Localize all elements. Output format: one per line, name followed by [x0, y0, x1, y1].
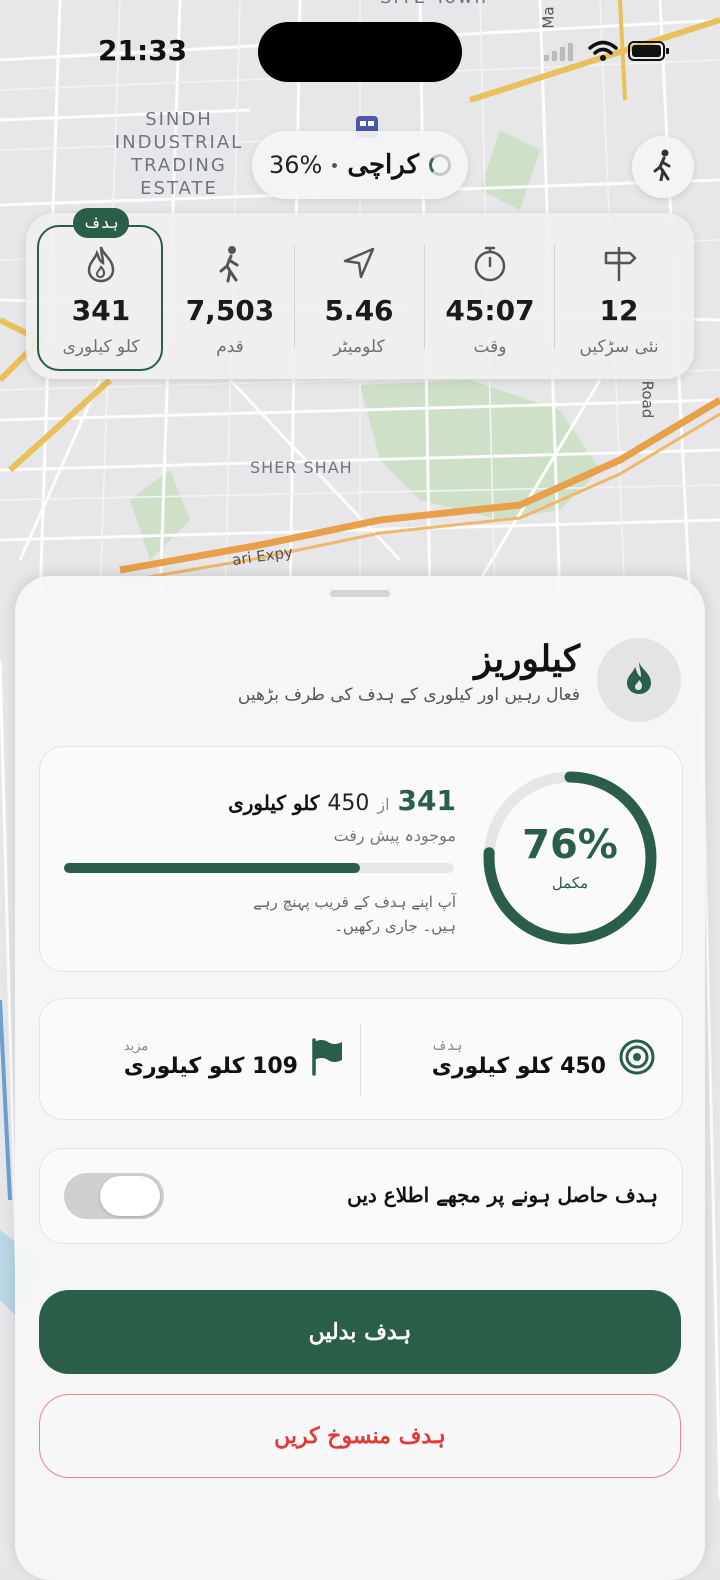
stat-value: 45:07 [445, 294, 535, 327]
stats-card: 341 کلو کیلوری 7,503 قدم 5.46 کلومیٹر 45… [26, 213, 694, 379]
goal-value: 450 [327, 791, 370, 816]
remaining-value-text: 109 کلو کیلوری [123, 1054, 298, 1079]
signal-icon [544, 41, 578, 65]
sheet-subtitle: فعال رہیں اور کیلوری کے ہدف کی طرف بڑھیں [237, 685, 580, 705]
divider [424, 245, 425, 349]
stopwatch-icon [425, 245, 555, 283]
stat-label: نئی سڑکیں [579, 337, 659, 357]
district-line-3: TRADING [131, 155, 227, 176]
status-bar: 21:33 [0, 0, 720, 100]
dynamic-island [258, 22, 462, 82]
flag-icon [310, 1038, 344, 1080]
calories-sheet: کیلوریز فعال رہیں اور کیلوری کے ہدف کی ط… [15, 576, 705, 1580]
map-label-area: SHER SHAH [250, 458, 353, 477]
targets-card: ہدف 450 کلو کیلوری مزید 109 کلو کیلوری [39, 998, 683, 1120]
toggle-knob [100, 1176, 160, 1216]
of-word: از [377, 795, 390, 814]
walk-mode-button[interactable] [632, 136, 694, 198]
progress-bar [64, 863, 454, 873]
notify-toggle[interactable] [64, 1173, 164, 1219]
progress-percent: 76% [522, 822, 618, 868]
separator-dot [332, 162, 338, 168]
sheet-drag-handle[interactable] [330, 590, 390, 597]
change-goal-button[interactable]: ہدف بدلیں [39, 1290, 681, 1374]
status-icons [544, 40, 670, 66]
current-vs-goal: کلو کیلوری 450 از 341 [228, 784, 456, 817]
calories-icon-circle [597, 638, 681, 722]
goal-tag-badge: ہدف [73, 208, 129, 238]
divider [294, 245, 295, 349]
divider [360, 1023, 361, 1095]
district-line-1: SINDH [145, 109, 213, 130]
flame-icon [36, 245, 166, 283]
encouragement-text: آپ اپنے ہدف کے قریب پہنچ رہے ہیں۔ جاری ر… [252, 893, 456, 935]
progress-ring-icon [429, 154, 452, 176]
status-time: 21:33 [98, 34, 188, 67]
stat-value: 7,503 [185, 294, 275, 327]
walking-person-icon [165, 245, 295, 283]
district-line-2: INDUSTRIAL [114, 132, 244, 153]
progress-bar-fill [64, 863, 361, 873]
stat-label: کلومیٹر [333, 337, 385, 357]
map-label-district: SINDH INDUSTRIAL TRADING ESTATE [104, 108, 254, 200]
progress-complete-label: مکمل [551, 874, 589, 892]
stat-value: 341 [71, 294, 131, 327]
goal-value-text: 450 کلو کیلوری [431, 1054, 606, 1079]
flame-icon [624, 660, 654, 700]
notify-label: ہدف حاصل ہونے پر مجھے اطلاع دیں [347, 1183, 658, 1207]
map-label-right-road: Road [638, 380, 657, 419]
sheet-title: کیلوریز [474, 638, 580, 680]
cancel-goal-button[interactable]: ہدف منسوخ کریں [39, 1394, 681, 1478]
current-progress-label: موجودہ پیش رفت [333, 826, 456, 845]
stat-distance[interactable]: 5.46 کلومیٹر [294, 213, 424, 379]
city-name: کراچی [347, 150, 420, 180]
remaining-small-label: مزید [123, 1039, 149, 1054]
progress-ring: 76% مکمل [482, 770, 658, 946]
stat-value: 12 [599, 294, 639, 327]
stat-label: کلو کیلوری [62, 337, 140, 357]
district-line-4: ESTATE [140, 178, 218, 199]
stat-new-streets[interactable]: 12 نئی سڑکیں [554, 213, 684, 379]
battery-icon [628, 40, 670, 66]
goal-target: ہدف 450 کلو کیلوری [432, 999, 656, 1119]
signpost-icon [554, 245, 684, 283]
stat-label: قدم [216, 337, 244, 357]
stat-time[interactable]: 45:07 وقت [425, 213, 555, 379]
notify-card: ہدف حاصل ہونے پر مجھے اطلاع دیں [39, 1148, 683, 1244]
current-value: 341 [397, 784, 456, 817]
stat-value: 5.46 [324, 294, 394, 327]
target-icon [618, 1038, 656, 1080]
goal-small-label: ہدف [431, 1039, 463, 1054]
divider [554, 245, 555, 349]
stat-label: وقت [473, 337, 507, 357]
remaining-target: مزید 109 کلو کیلوری [124, 999, 344, 1119]
wifi-icon [588, 40, 618, 66]
exploration-percent: 36% [268, 151, 323, 179]
navigation-arrow-icon [294, 245, 424, 283]
unit-label: کلو کیلوری [228, 791, 320, 815]
progress-card: 76% مکمل کلو کیلوری 450 از 341 موجودہ پی… [39, 746, 683, 972]
walking-person-icon [649, 149, 677, 185]
location-pill[interactable]: 36% کراچی [252, 131, 468, 199]
stat-steps[interactable]: 7,503 قدم [165, 213, 295, 379]
